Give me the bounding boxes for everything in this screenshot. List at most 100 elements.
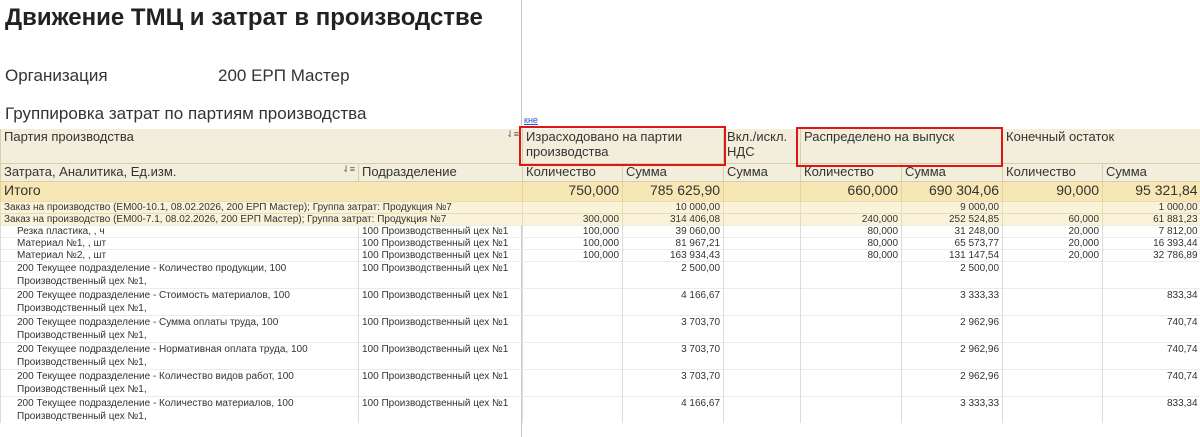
value-cell: 32 786,89 xyxy=(1102,249,1200,262)
department-cell: 100 Производственный цех №1 xyxy=(357,369,523,397)
value-cell xyxy=(800,396,902,423)
group-cell xyxy=(522,201,623,214)
total-cell: 90,000 xyxy=(1002,181,1103,202)
header-link[interactable]: кне xyxy=(524,115,538,125)
header-department[interactable]: Подразделение xyxy=(357,163,523,182)
department-cell: 100 Производственный цех №1 xyxy=(357,396,523,423)
report-title: Движение ТМЦ и затрат в производстве xyxy=(5,4,483,31)
table-row[interactable]: 200 Текущее подразделение - Количество в… xyxy=(0,369,1200,397)
table-row[interactable]: 200 Текущее подразделение - Нормативная … xyxy=(0,342,1200,370)
value-cell: 31 248,00 xyxy=(901,225,1003,238)
table-row[interactable]: Материал №1, , шт 100 Производственный ц… xyxy=(0,237,1200,250)
value-cell xyxy=(723,288,801,316)
group-cell xyxy=(723,201,801,214)
table-row[interactable]: 200 Текущее подразделение - Количество п… xyxy=(0,261,1200,289)
header-vat-sum[interactable]: Сумма xyxy=(723,163,801,182)
cost-item-name: Материал №2, , шт xyxy=(0,249,359,262)
cost-item-name: 200 Текущее подразделение - Сумма оплаты… xyxy=(0,315,359,343)
value-cell: 740,74 xyxy=(1102,369,1200,397)
table-row[interactable]: 200 Текущее подразделение - Сумма оплаты… xyxy=(0,315,1200,343)
cost-item-name: 200 Текущее подразделение - Нормативная … xyxy=(0,342,359,370)
cost-item-name: Резка пластика, , ч xyxy=(0,225,359,238)
header-party[interactable]: ⇃≡ Партия производства xyxy=(0,129,523,164)
value-cell xyxy=(522,396,623,423)
cost-item-name: 200 Текущее подразделение - Количество в… xyxy=(0,369,359,397)
header-distributed-qty[interactable]: Количество xyxy=(800,163,902,182)
value-cell xyxy=(800,261,902,289)
department-cell: 100 Производственный цех №1 xyxy=(357,342,523,370)
department-cell: 100 Производственный цех №1 xyxy=(357,225,523,238)
total-cell xyxy=(723,181,801,202)
value-cell: 2 500,00 xyxy=(622,261,724,289)
value-cell xyxy=(800,342,902,370)
value-cell: 80,000 xyxy=(800,225,902,238)
value-cell: 16 393,44 xyxy=(1102,237,1200,250)
header-end-sum[interactable]: Сумма xyxy=(1102,163,1200,182)
value-cell xyxy=(522,288,623,316)
group-cell xyxy=(723,213,801,226)
header-consumed[interactable]: Израсходовано на партии производства xyxy=(522,129,724,164)
department-cell: 100 Производственный цех №1 xyxy=(357,249,523,262)
total-row[interactable]: Итого 750,000 785 625,90 660,000 690 304… xyxy=(0,181,1200,202)
value-cell: 4 166,67 xyxy=(622,288,724,316)
group-row[interactable]: Заказ на производство (ЕМ00-10.1, 08.02.… xyxy=(0,201,1200,214)
header-vat[interactable]: Вкл./искл. НДС xyxy=(723,129,801,164)
value-cell xyxy=(800,288,902,316)
value-cell: 740,74 xyxy=(1102,342,1200,370)
group-cell xyxy=(1002,201,1103,214)
total-cell: 95 321,84 xyxy=(1102,181,1200,202)
value-cell: 3 703,70 xyxy=(622,369,724,397)
header-distributed[interactable]: Распределено на выпуск xyxy=(800,129,1003,164)
cost-item-name: 200 Текущее подразделение - Стоимость ма… xyxy=(0,288,359,316)
value-cell: 4 166,67 xyxy=(622,396,724,423)
header-row-sub: ⇃≡ Затрата, Аналитика, Ед.изм. Подразделе… xyxy=(0,163,1200,182)
table-row[interactable]: 200 Текущее подразделение - Стоимость ма… xyxy=(0,288,1200,316)
organization-value: 200 ЕРП Мастер xyxy=(218,66,350,85)
header-consumed-sum[interactable]: Сумма xyxy=(622,163,724,182)
grouping-caption: Группировка затрат по партиям производст… xyxy=(5,104,367,123)
value-cell: 100,000 xyxy=(522,249,623,262)
value-cell xyxy=(1002,369,1103,397)
value-cell: 3 703,70 xyxy=(622,315,724,343)
group-cell: 10 000,00 xyxy=(622,201,724,214)
value-cell xyxy=(522,342,623,370)
total-cell: 690 304,06 xyxy=(901,181,1003,202)
group-row[interactable]: Заказ на производство (ЕМ00-7.1, 08.02.2… xyxy=(0,213,1200,226)
table-row[interactable]: 200 Текущее подразделение - Количество м… xyxy=(0,396,1200,423)
group-label: Заказ на производство (ЕМ00-10.1, 08.02.… xyxy=(0,201,523,214)
value-cell xyxy=(723,261,801,289)
value-cell xyxy=(522,369,623,397)
value-cell xyxy=(1002,261,1103,289)
department-cell: 100 Производственный цех №1 xyxy=(357,288,523,316)
cost-item-name: 200 Текущее подразделение - Количество п… xyxy=(0,261,359,289)
value-cell: 3 333,33 xyxy=(901,288,1003,316)
value-cell xyxy=(723,342,801,370)
value-cell: 3 703,70 xyxy=(622,342,724,370)
department-cell: 100 Производственный цех №1 xyxy=(357,237,523,250)
value-cell xyxy=(1002,396,1103,423)
value-cell xyxy=(723,225,801,238)
group-cell: 314 406,08 xyxy=(622,213,724,226)
group-label: Заказ на производство (ЕМ00-7.1, 08.02.2… xyxy=(0,213,523,226)
sort-icon[interactable]: ⇃≡ xyxy=(506,129,519,140)
group-cell xyxy=(800,201,902,214)
header-cost-item[interactable]: ⇃≡ Затрата, Аналитика, Ед.изм. xyxy=(0,163,359,182)
value-cell xyxy=(1102,261,1200,289)
total-label: Итого xyxy=(0,181,523,202)
header-end-balance[interactable]: Конечный остаток xyxy=(1002,129,1200,164)
value-cell: 833,34 xyxy=(1102,288,1200,316)
header-end-qty[interactable]: Количество xyxy=(1002,163,1103,182)
group-cell: 1 000,00 xyxy=(1102,201,1200,214)
value-cell: 81 967,21 xyxy=(622,237,724,250)
value-cell xyxy=(723,249,801,262)
total-cell: 660,000 xyxy=(800,181,902,202)
value-cell xyxy=(723,237,801,250)
header-distributed-sum[interactable]: Сумма xyxy=(901,163,1003,182)
total-cell: 785 625,90 xyxy=(622,181,724,202)
table-row[interactable]: Материал №2, , шт 100 Производственный ц… xyxy=(0,249,1200,262)
value-cell xyxy=(522,315,623,343)
table-row[interactable]: Резка пластика, , ч 100 Производственный… xyxy=(0,225,1200,238)
header-consumed-qty[interactable]: Количество xyxy=(522,163,623,182)
value-cell xyxy=(1002,342,1103,370)
sort-icon[interactable]: ⇃≡ xyxy=(342,165,355,176)
